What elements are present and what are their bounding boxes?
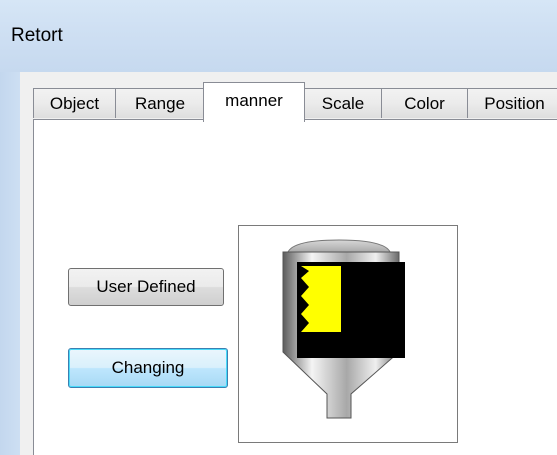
changing-button[interactable]: Changing	[68, 348, 228, 388]
button-label: Changing	[111, 358, 185, 377]
button-label: User Defined	[96, 277, 196, 296]
tab-range[interactable]: Range	[115, 88, 205, 118]
tab-label: Color	[404, 93, 445, 113]
tab-label: manner	[225, 91, 283, 110]
tab-label: Position	[484, 93, 545, 113]
window-title: Retort	[11, 25, 63, 46]
user-defined-button[interactable]: User Defined	[68, 268, 224, 306]
tab-color[interactable]: Color	[381, 88, 468, 118]
tab-position[interactable]: Position	[467, 88, 557, 118]
window-frame	[0, 72, 20, 455]
tab-object[interactable]: Object	[33, 88, 116, 118]
tab-label: Range	[134, 93, 186, 113]
retort-preview	[238, 225, 458, 443]
tab-label: Scale	[321, 93, 365, 113]
title-bar: Retort	[0, 0, 557, 72]
tab-manner[interactable]: manner	[203, 82, 305, 122]
tab-label: Object	[49, 93, 100, 113]
tab-scale[interactable]: Scale	[304, 88, 382, 118]
retort-icon	[282, 239, 405, 419]
